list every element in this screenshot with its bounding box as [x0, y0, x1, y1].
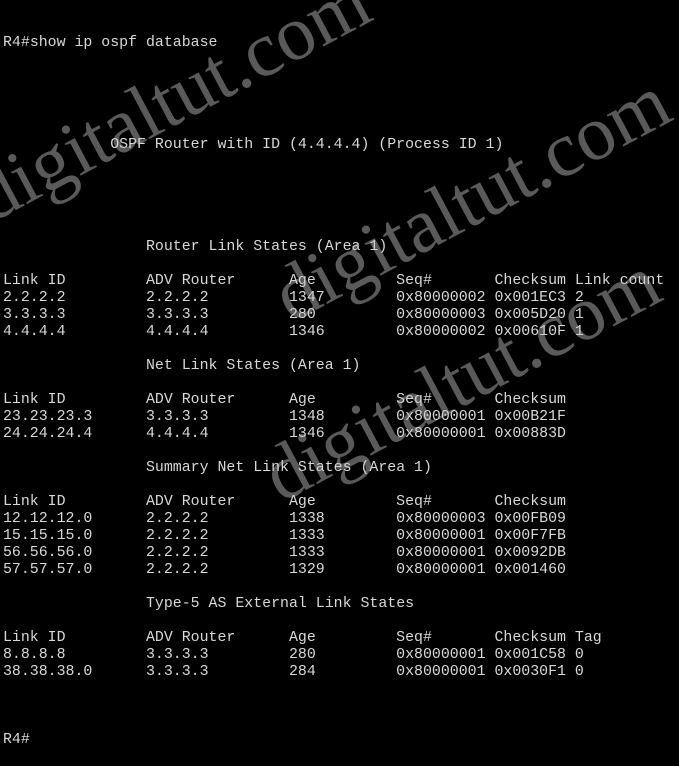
table-row: 4.4.4.4 4.4.4.4 1346 0x80000002 0x00610F…	[3, 324, 584, 340]
section-title: Type-5 AS External Link States	[3, 596, 664, 613]
command-line: R4#show ip ospf database	[3, 35, 664, 52]
table-row: 38.38.38.0 3.3.3.3 284 0x80000001 0x0030…	[3, 664, 584, 680]
table-header: Link ID ADV Router Age Seq# Checksum	[3, 494, 566, 510]
section-title-text: Summary Net Link States (Area 1)	[145, 460, 432, 476]
final-prompt-line: R4#	[3, 732, 664, 749]
table-header: Link ID ADV Router Age Seq# Checksum Lin…	[3, 273, 665, 289]
lsa-sections: Router Link States (Area 1) Link ID ADV …	[3, 239, 664, 698]
section-title: Summary Net Link States (Area 1)	[3, 460, 664, 477]
section-title-text: Type-5 AS External Link States	[145, 596, 415, 612]
table-row: 15.15.15.0 2.2.2.2 1333 0x80000001 0x00F…	[3, 528, 566, 544]
table-row: 3.3.3.3 3.3.3.3 280 0x80000003 0x005D20 …	[3, 307, 584, 323]
table-row: 12.12.12.0 2.2.2.2 1338 0x80000003 0x00F…	[3, 511, 566, 527]
table-row: 8.8.8.8 3.3.3.3 280 0x80000001 0x001C58 …	[3, 647, 584, 663]
section-title: Router Link States (Area 1)	[3, 239, 664, 256]
table-header: Link ID ADV Router Age Seq# Checksum Tag	[3, 630, 602, 646]
ospf-header: OSPF Router with ID (4.4.4.4) (Process I…	[110, 137, 504, 153]
section-title-text: Router Link States (Area 1)	[145, 239, 388, 255]
table-header: Link ID ADV Router Age Seq# Checksum	[3, 392, 566, 408]
ospf-header-line: OSPF Router with ID (4.4.4.4) (Process I…	[3, 137, 664, 154]
table-row: 23.23.23.3 3.3.3.3 1348 0x80000001 0x00B…	[3, 409, 566, 425]
table-row: 57.57.57.0 2.2.2.2 1329 0x80000001 0x001…	[3, 562, 566, 578]
terminal-output: R4#show ip ospf database OSPF Router wit…	[3, 1, 664, 766]
command-text: show ip ospf database	[29, 35, 218, 51]
table-row: 2.2.2.2 2.2.2.2 1347 0x80000002 0x001EC3…	[3, 290, 584, 306]
section-title: Net Link States (Area 1)	[3, 358, 664, 375]
final-prompt: R4#	[3, 732, 30, 748]
section-title-text: Net Link States (Area 1)	[145, 358, 361, 374]
table-row: 56.56.56.0 2.2.2.2 1333 0x80000001 0x009…	[3, 545, 566, 561]
prompt: R4#	[3, 35, 30, 51]
table-row: 24.24.24.4 4.4.4.4 1346 0x80000001 0x008…	[3, 426, 566, 442]
